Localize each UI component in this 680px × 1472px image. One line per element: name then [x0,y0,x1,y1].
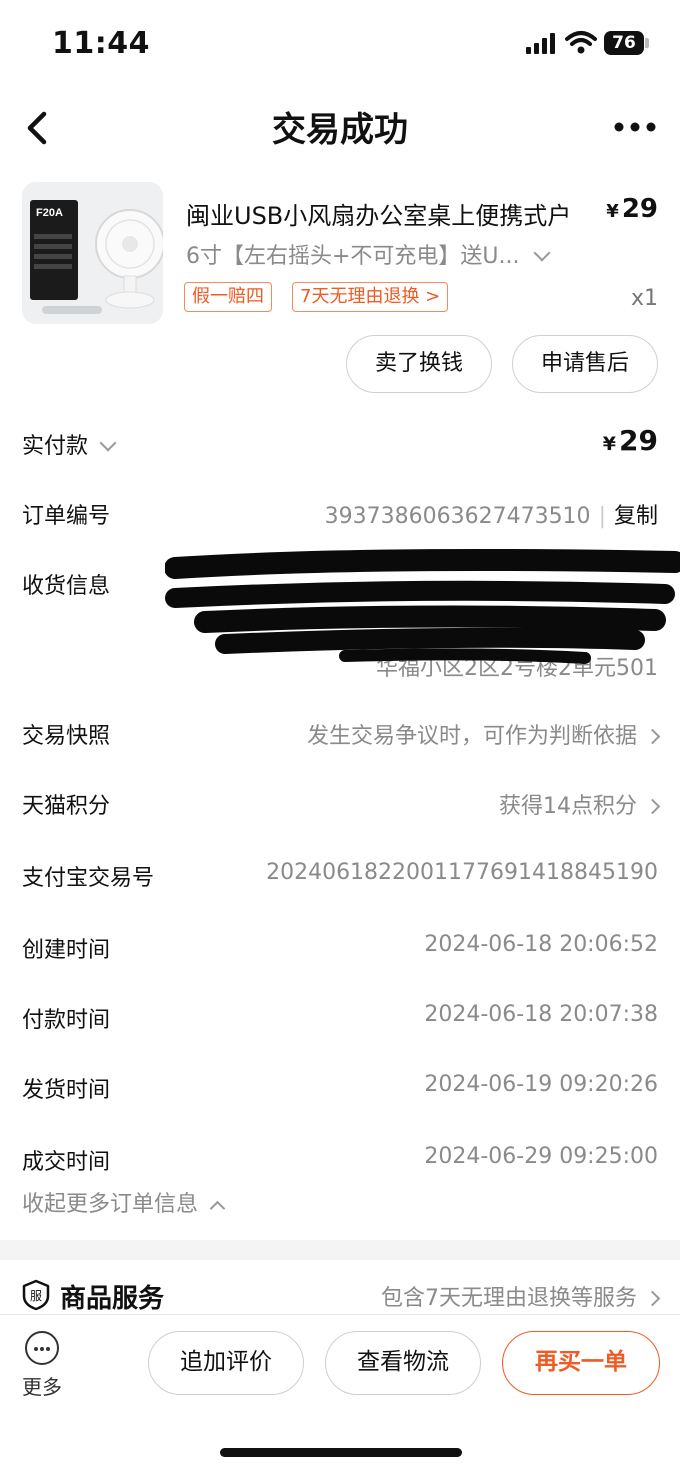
service-icon-text: 服 [30,1289,42,1303]
battery-level: 76 [612,33,636,53]
tag-7day-return[interactable]: 7天无理由退换 > [292,282,449,312]
snapshot-value: 发生交易争议时，可作为判断依据 [307,718,661,750]
product-quantity: x1 [630,286,658,311]
points-row[interactable]: 天猫积分 获得14点积分 [0,788,680,828]
product-price: ¥29 [606,194,658,224]
chevron-down-icon [533,244,551,262]
collapse-order-info-button[interactable]: 收起更多订单信息 [22,1186,226,1218]
service-title: 商品服务 [60,1284,165,1314]
sell-button[interactable]: 卖了换钱 [346,335,492,393]
order-number-row: 订单编号 3937386063627473510 | 复制 [0,498,680,538]
deal-time-label: 成交时间 [22,1150,111,1175]
section-divider [0,1240,680,1260]
paid-value: 29 [619,424,658,457]
snapshot-label: 交易快照 [22,724,111,749]
after-sale-button[interactable]: 申请售后 [512,335,658,393]
price-symbol: ¥ [606,201,619,222]
paid-time-row: 付款时间 2024-06-18 20:07:38 [0,1002,680,1042]
more-button[interactable]: 更多 [16,1331,68,1407]
buy-again-button[interactable]: 再买一单 [502,1331,660,1395]
product-card[interactable]: F20A 闽业USB小风扇办公室桌上便携式户 ¥29 6寸【左右摇头+不可充电】… [0,182,680,327]
service-row[interactable]: 服 商品服务 包含7天无理由退换等服务 [0,1278,680,1318]
product-title[interactable]: 闽业USB小风扇办公室桌上便携式户 [186,196,596,231]
more-icon [25,1331,59,1365]
shipped-time-value: 2024-06-19 09:20:26 [424,1072,658,1097]
thumb-model-text: F20A [36,207,63,219]
alipay-value: 2024061822001177691418845190 [266,860,658,885]
shipped-time-label: 发货时间 [22,1078,111,1103]
order-number-label: 订单编号 [22,504,111,529]
shipping-label: 收货信息 [22,574,111,599]
paid-label: 实付款 [22,428,117,460]
more-label: 更多 [22,1375,62,1399]
created-time-row: 创建时间 2024-06-18 20:06:52 [0,932,680,972]
fan-image: F20A [22,182,163,324]
view-logistics-button[interactable]: 查看物流 [325,1331,481,1395]
order-number-value: 3937386063627473510 | 复制 [325,498,658,530]
paid-amount: ¥29 [603,424,658,457]
tag-fake-compensation: 假一赔四 [184,282,272,312]
battery-icon: 76 [604,31,644,55]
status-bar: 11:44 76 [0,0,680,88]
snapshot-row[interactable]: 交易快照 发生交易争议时，可作为判断依据 [0,718,680,758]
deal-time-row: 成交时间 2024-06-29 09:25:00 [0,1144,680,1184]
chevron-right-icon [644,728,661,745]
wifi-icon [565,31,597,54]
chevron-right-icon [644,798,661,815]
add-review-button[interactable]: 追加评价 [148,1331,304,1395]
spec-text: 6寸【左右摇头+不可充电】送U... [186,244,520,269]
alipay-row: 支付宝交易号 2024061822001177691418845190 [0,860,680,900]
product-thumbnail[interactable]: F20A [22,182,163,324]
home-indicator[interactable] [220,1448,462,1457]
deal-time-value: 2024-06-29 09:25:00 [424,1144,658,1169]
paid-symbol: ¥ [602,433,617,455]
status-time: 11:44 [52,26,150,61]
battery-nub [645,38,649,48]
shipped-time-row: 发货时间 2024-06-19 09:20:26 [0,1072,680,1112]
chevron-up-icon [209,1200,226,1217]
points-label: 天猫积分 [22,794,111,819]
points-value: 获得14点积分 [499,788,661,820]
service-value: 包含7天无理由退换等服务 [381,1280,661,1312]
divider: | [598,504,606,529]
paid-time-label: 付款时间 [22,1008,111,1033]
price-value: 29 [621,194,658,224]
cellular-signal-icon [526,33,555,54]
chevron-right-icon [644,1290,661,1307]
created-time-label: 创建时间 [22,938,111,963]
alipay-label: 支付宝交易号 [22,866,155,891]
paid-row[interactable]: 实付款 ¥29 [0,424,680,468]
created-time-value: 2024-06-18 20:06:52 [424,932,658,957]
copy-button[interactable]: 复制 [614,504,658,529]
chevron-down-icon [99,434,117,452]
paid-time-value: 2024-06-18 20:07:38 [424,1002,658,1027]
product-spec[interactable]: 6寸【左右摇头+不可充电】送U... [186,238,551,270]
order-number: 3937386063627473510 [324,504,591,529]
shield-service-icon: 服 [22,1279,50,1311]
more-options-icon[interactable] [612,116,658,138]
redaction-scribble [165,549,680,664]
nav-bar: 交易成功 [0,96,680,158]
page-title: 交易成功 [272,110,408,150]
